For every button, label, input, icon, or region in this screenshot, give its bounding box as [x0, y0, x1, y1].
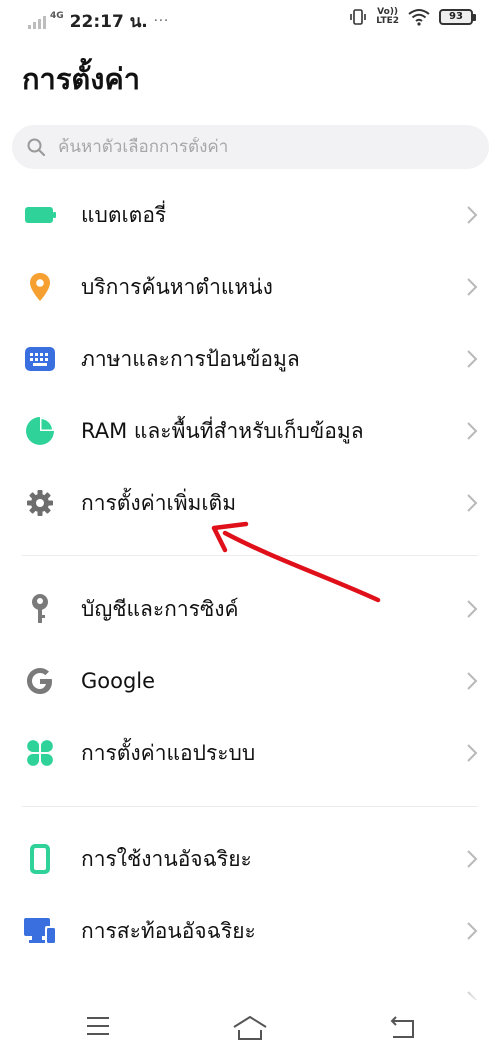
battery-level: 93 [439, 9, 473, 25]
chevron-right-icon [467, 672, 478, 690]
more-notifications-icon: ··· [153, 14, 170, 29]
settings-item-label: Google [81, 669, 156, 693]
screen-mirror-icon [24, 915, 56, 947]
volte-indicator: Vo)) LTE2 [376, 7, 399, 26]
settings-item-label: บริการค้นหาตำแหน่ง [81, 274, 273, 299]
vibrate-icon [350, 9, 367, 25]
settings-item-label: การตั้งค่าเพิ่มเติม [81, 490, 237, 515]
battery-status-icon: 93 [439, 9, 476, 25]
signal-icon [28, 15, 46, 29]
search-input[interactable] [58, 137, 458, 157]
settings-item-label: แบตเตอรี่ [81, 202, 167, 227]
chevron-right-icon [467, 494, 478, 512]
storage-pie-icon [24, 415, 56, 447]
chevron-right-icon [467, 744, 478, 762]
settings-item-label: การสะท้อนอัจฉริยะ [81, 918, 256, 943]
network-type: 4G [50, 10, 64, 21]
chevron-right-icon [467, 422, 478, 440]
keyboard-icon [24, 343, 56, 375]
search-bar[interactable] [12, 125, 489, 169]
settings-screen: 4G 22:17 น. ··· Vo)) LTE2 93 การตั้งค่า … [0, 0, 500, 1056]
settings-item-system-apps[interactable]: การตั้งค่าแอประบบ [0, 720, 500, 786]
settings-item-smart-motion[interactable]: การใช้งานอัจฉริยะ [0, 826, 500, 892]
chevron-right-icon [467, 850, 478, 868]
battery-icon [24, 199, 56, 231]
settings-item-location[interactable]: บริการค้นหาตำแหน่ง [0, 254, 500, 320]
google-icon [24, 665, 56, 697]
gear-icon [24, 487, 56, 519]
settings-item-language-input[interactable]: ภาษาและการป้อนข้อมูล [0, 326, 500, 392]
settings-item-battery[interactable]: แบตเตอรี่ [0, 182, 500, 248]
chevron-right-icon [467, 600, 478, 618]
settings-item-label: การตั้งค่าแอประบบ [81, 740, 256, 765]
status-bar: 4G 22:17 น. ··· Vo)) LTE2 93 [0, 0, 500, 38]
back-icon[interactable] [390, 1016, 416, 1038]
settings-item-google[interactable]: Google [0, 648, 500, 714]
settings-item-label: การใช้งานอัจฉริยะ [81, 846, 252, 871]
navigation-bar [0, 1000, 500, 1056]
wifi-icon [408, 9, 430, 26]
settings-item-ram-storage[interactable]: RAM และพื้นที่สำหรับเก็บข้อมูล [0, 398, 500, 464]
apps-clover-icon [24, 737, 56, 769]
settings-item-label: ภาษาและการป้อนข้อมูล [81, 346, 300, 371]
key-icon [24, 593, 56, 625]
search-icon [27, 138, 46, 157]
status-time: 22:17 น. [69, 12, 148, 32]
settings-item-label: RAM และพื้นที่สำหรับเก็บข้อมูล [81, 418, 364, 443]
home-icon[interactable] [232, 1016, 268, 1040]
section-divider [22, 555, 478, 556]
chevron-right-icon [467, 278, 478, 296]
chevron-right-icon [467, 922, 478, 940]
menu-icon[interactable] [86, 1016, 110, 1036]
settings-item-more-settings[interactable]: การตั้งค่าเพิ่มเติม [0, 470, 500, 536]
page-title: การตั้งค่า [22, 62, 141, 96]
settings-item-accounts-sync[interactable]: บัญชีและการซิงค์ [0, 576, 500, 642]
chevron-right-icon [467, 206, 478, 224]
smart-phone-icon [24, 843, 56, 875]
location-pin-icon [24, 271, 56, 303]
section-divider [22, 806, 478, 807]
settings-item-label: บัญชีและการซิงค์ [81, 596, 239, 621]
chevron-right-icon [467, 350, 478, 368]
settings-item-smart-mirroring[interactable]: การสะท้อนอัจฉริยะ [0, 898, 500, 964]
